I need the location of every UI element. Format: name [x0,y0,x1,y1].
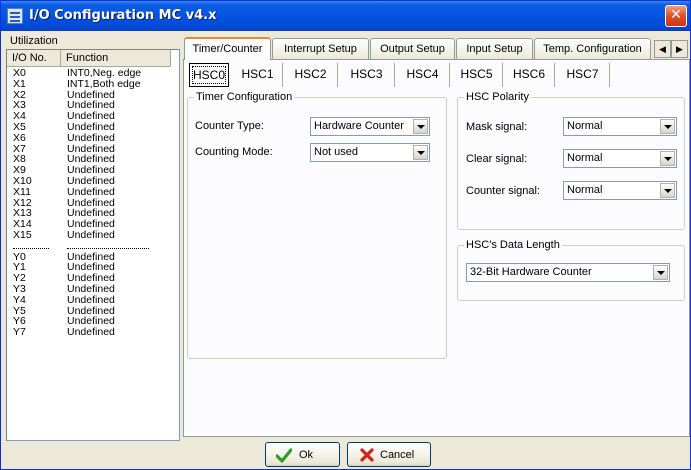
clear-signal-value: Normal [567,152,603,164]
counting-mode-label: Counting Mode: [195,146,273,158]
hsc-data-length-caption: HSC's Data Length [464,238,562,252]
tab-scroll-left-icon[interactable]: ◀ [654,40,671,58]
list-item[interactable]: X15 Undefined [7,228,179,241]
counter-signal-value: Normal [567,184,603,196]
tab-output-setup[interactable]: Output Setup [370,38,455,59]
column-header-io-no[interactable]: I/O No. [7,50,61,67]
utilization-rows: X0 INT0,Neg. edge X1 INT1,Both edge X2 Undefi… [7,68,179,338]
subtab-hsc2[interactable]: HSC2 [284,63,338,87]
chevron-down-icon[interactable] [660,183,675,198]
timer-configuration-group: Timer Configuration [187,90,447,359]
utilization-list[interactable]: I/O No. Function X0 INT0,Neg. edge X1 INT1,… [6,49,180,441]
ok-button-label: Ok [299,449,314,461]
io-configuration-window: I/O Configuration MC v4.x ✕ Utilization … [0,0,691,470]
tab-temp-configuration[interactable]: Temp. Configuration [534,38,651,59]
subtab-hsc4[interactable]: HSC4 [396,63,450,87]
counter-type-label: Counter Type: [195,120,264,132]
counter-type-select[interactable]: Hardware Counter [310,117,430,136]
subtab-hsc3[interactable]: HSC3 [339,63,395,87]
close-button[interactable]: ✕ [665,5,687,27]
ok-button[interactable]: Ok [265,442,340,467]
io-number: X15 [13,228,32,241]
tab-scroll-buttons: ◀ ▶ [654,40,688,58]
column-header-function[interactable]: Function [61,50,171,67]
hsc-data-length-select[interactable]: 32-Bit Hardware Counter [466,263,670,282]
cancel-x-icon [360,448,374,462]
checkmark-icon [276,448,292,463]
list-item[interactable]: Y7 Undefined [7,327,179,338]
hsc-data-length-value: 32-Bit Hardware Counter [470,266,592,278]
list-item[interactable]: Y4 Undefined [7,294,179,306]
window-title: I/O Configuration MC v4.x [29,8,217,23]
main-tab-strip: Timer/Counter Interrupt Setup Output Set… [184,37,690,60]
subtab-hsc0[interactable]: HSC0 [189,63,229,87]
counting-mode-select[interactable]: Not used [310,143,430,162]
tab-input-setup[interactable]: Input Setup [456,38,533,59]
chevron-down-icon[interactable] [660,151,675,166]
io-function: Undefined [67,326,115,339]
app-icon [7,8,23,24]
chevron-down-icon[interactable] [413,119,428,134]
tab-scroll-right-icon[interactable]: ▶ [671,40,688,58]
tab-interrupt-setup[interactable]: Interrupt Setup [272,38,369,59]
chevron-down-icon[interactable] [413,145,428,160]
subtab-hsc1[interactable]: HSC1 [233,63,283,87]
separator-row [7,241,179,252]
counter-type-value: Hardware Counter [314,120,404,132]
io-number: Y7 [13,326,26,339]
hsc-polarity-caption: HSC Polarity [464,90,531,104]
cancel-button-label: Cancel [380,449,415,461]
list-item[interactable]: X1 INT1,Both edge [7,78,179,90]
mask-signal-select[interactable]: Normal [563,117,677,136]
subtab-hsc5[interactable]: HSC5 [451,63,503,87]
tab-timer-counter[interactable]: Timer/Counter [184,37,271,60]
timer-configuration-caption: Timer Configuration [194,90,295,104]
counting-mode-value: Not used [314,146,359,158]
utilization-group: Utilization I/O No. Function X0 INT0,Neg.… [6,35,180,441]
utilization-caption: Utilization [10,35,58,47]
chevron-down-icon[interactable] [660,119,675,134]
mask-signal-label: Mask signal: [466,121,528,133]
chevron-down-icon[interactable] [653,265,668,280]
list-item[interactable]: X11 Undefined [7,186,179,198]
clear-signal-label: Clear signal: [466,153,528,165]
subtab-hsc7[interactable]: HSC7 [556,63,610,87]
utilization-header: I/O No. Function [7,50,179,67]
counter-signal-select[interactable]: Normal [563,181,677,200]
io-function: Undefined [67,228,115,241]
counter-signal-label: Counter signal: [466,185,540,197]
mask-signal-value: Normal [567,120,603,132]
list-item[interactable]: X6 Undefined [7,132,179,144]
cancel-button[interactable]: Cancel [347,442,431,467]
title-bar[interactable]: I/O Configuration MC v4.x ✕ [1,1,690,31]
subtab-hsc6[interactable]: HSC6 [504,63,555,87]
clear-signal-select[interactable]: Normal [563,149,677,168]
